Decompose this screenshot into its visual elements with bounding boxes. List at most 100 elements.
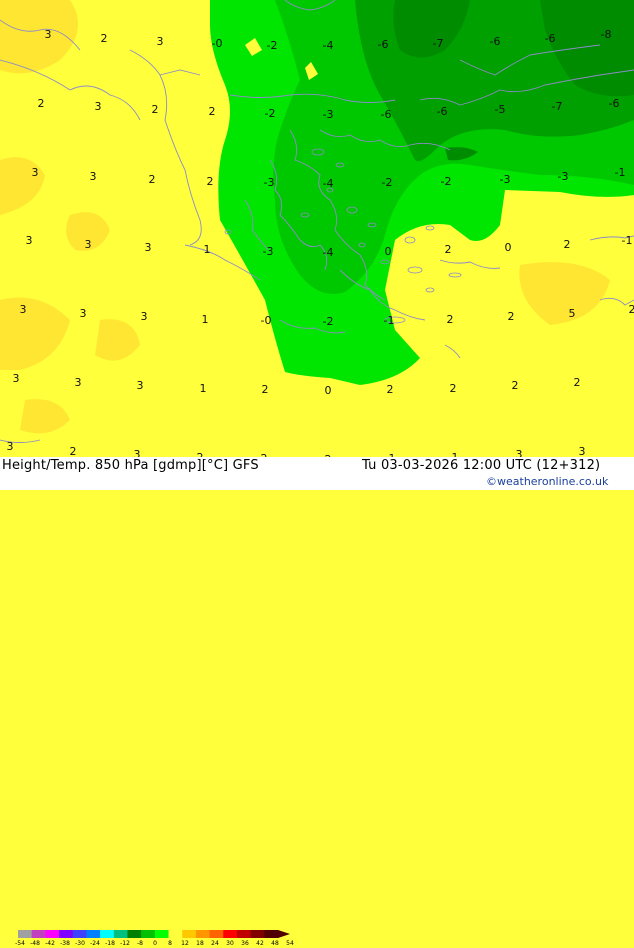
colorbar-tick-label: -30 [75,940,85,947]
colorbar-segment [223,930,237,938]
colorbar-ticks: -54-48-42-38-30-24-18-12-808121824303642… [0,940,300,948]
isotherm-label: -2 [441,175,452,188]
isotherm-label: -3 [263,245,274,258]
isotherm-label: 1 [200,382,207,395]
colorbar-tick-label: -18 [105,940,115,947]
isotherm-label: 2 [149,173,156,186]
isotherm-label: 3 [13,372,20,385]
credit-link[interactable]: ©weatheronline.co.uk [486,475,608,488]
colorbar-tick-label: 48 [271,940,279,947]
isotherm-label: -6 [437,105,448,118]
isotherm-label: -6 [545,32,556,45]
temperature-colorbar [18,930,290,938]
isotherm-label: -2 [323,315,334,328]
isotherm-label: 3 [157,35,164,48]
isotherm-label: -5 [495,103,506,116]
colorbar-segment [155,930,169,938]
colorbar-tick-label: 0 [153,940,157,947]
colorbar-tick-label: -8 [137,940,143,947]
isotherm-label: 2 [445,243,452,256]
colorbar-segment [237,930,251,938]
colorbar-tick-label: -48 [30,940,40,947]
isotherm-label: 3 [26,234,33,247]
isotherm-label: 2 [387,383,394,396]
isotherm-label: 2 [564,238,571,251]
colorbar-segment [18,930,32,938]
colorbar-tick-label: 42 [256,940,264,947]
colorbar-segment [264,930,278,938]
colorbar-segment [100,930,114,938]
colorbar-tick-label: 30 [226,940,234,947]
colorbar-tick-label: -12 [120,940,130,947]
isotherm-label: 2 [450,382,457,395]
isotherm-label: -1 [622,234,633,247]
map-footer: Height/Temp. 850 hPa [gdmp][°C] GFS Tu 0… [0,457,634,490]
colorbar-segment [196,930,210,938]
isotherm-label: -8 [601,28,612,41]
isotherm-label: 2 [207,175,214,188]
colorbar-tick-label: 8 [168,940,172,947]
isotherm-label: -7 [552,100,563,113]
isotherm-label: -1 [615,166,626,179]
colorbar-tick-label: -54 [15,940,25,947]
isotherm-label: -0 [212,37,223,50]
isotherm-label: 3 [95,100,102,113]
isotherm-label: 2 [574,376,581,389]
colorbar-tick-label: 18 [196,940,204,947]
isotherm-label: 2 [629,303,634,316]
isotherm-label: -3 [323,108,334,121]
valid-datetime: Tu 03-03-2026 12:00 UTC (12+312) [362,458,600,473]
isotherm-label: -6 [490,35,501,48]
colorbar-tick-label: 36 [241,940,249,947]
isotherm-label: 3 [20,303,27,316]
colorbar-segment [114,930,128,938]
colorbar-segment [169,930,183,938]
colorbar-tick-label: 24 [211,940,219,947]
isotherm-label: 3 [85,238,92,251]
colorbar-segment [210,930,224,938]
isotherm-label: 2 [262,383,269,396]
isotherm-label: -2 [382,176,393,189]
isotherm-label: -7 [433,37,444,50]
colorbar-segment [141,930,155,938]
isotherm-label: 2 [101,32,108,45]
isotherm-label: -6 [378,38,389,51]
isotherm-label: 3 [75,376,82,389]
isotherm-label: 2 [152,103,159,116]
isotherm-label: -2 [267,39,278,52]
isotherm-label: -4 [323,177,334,190]
isotherm-label: 2 [447,313,454,326]
isotherm-label: -3 [558,170,569,183]
colorbar-tick-label: -38 [60,940,70,947]
isotherm-label: 3 [32,166,39,179]
isotherm-label: 3 [90,170,97,183]
isotherm-label: -0 [261,314,272,327]
isotherm-label: -1 [384,314,395,327]
isotherm-label: 2 [38,97,45,110]
colorbar-segment [59,930,73,938]
colorbar-tick-label: -42 [45,940,55,947]
isotherm-label: -3 [264,176,275,189]
isotherm-label: 0 [385,245,392,258]
isotherm-label: -6 [609,97,620,110]
temperature-map: 3 2 3 -0 -2 -4 -6 -7 -6 -6 -8 2 3 2 2 -2 -3 -6 -6 -5 -7 -6 3 3 2… [0,0,634,490]
isotherm-label: 0 [505,241,512,254]
colorbar-segment [45,930,59,938]
colorbar-segment [127,930,141,938]
isotherm-label: 1 [202,313,209,326]
colorbar-tick-label: 54 [286,940,294,947]
isotherm-label: 2 [508,310,515,323]
colorbar-tick-label: -24 [90,940,100,947]
isotherm-label: -6 [381,108,392,121]
isotherm-label: 3 [45,28,52,41]
isotherm-label: -4 [323,39,334,52]
isotherm-label: 3 [7,440,14,453]
isotherm-label: 0 [325,384,332,397]
isotherm-label: -4 [323,246,334,259]
isotherm-label: -2 [265,107,276,120]
isotherm-label: 3 [137,379,144,392]
isotherm-label: -3 [500,173,511,186]
colorbar-segment [86,930,100,938]
map-title: Height/Temp. 850 hPa [gdmp][°C] GFS [2,458,259,473]
isotherm-label: 5 [569,307,576,320]
